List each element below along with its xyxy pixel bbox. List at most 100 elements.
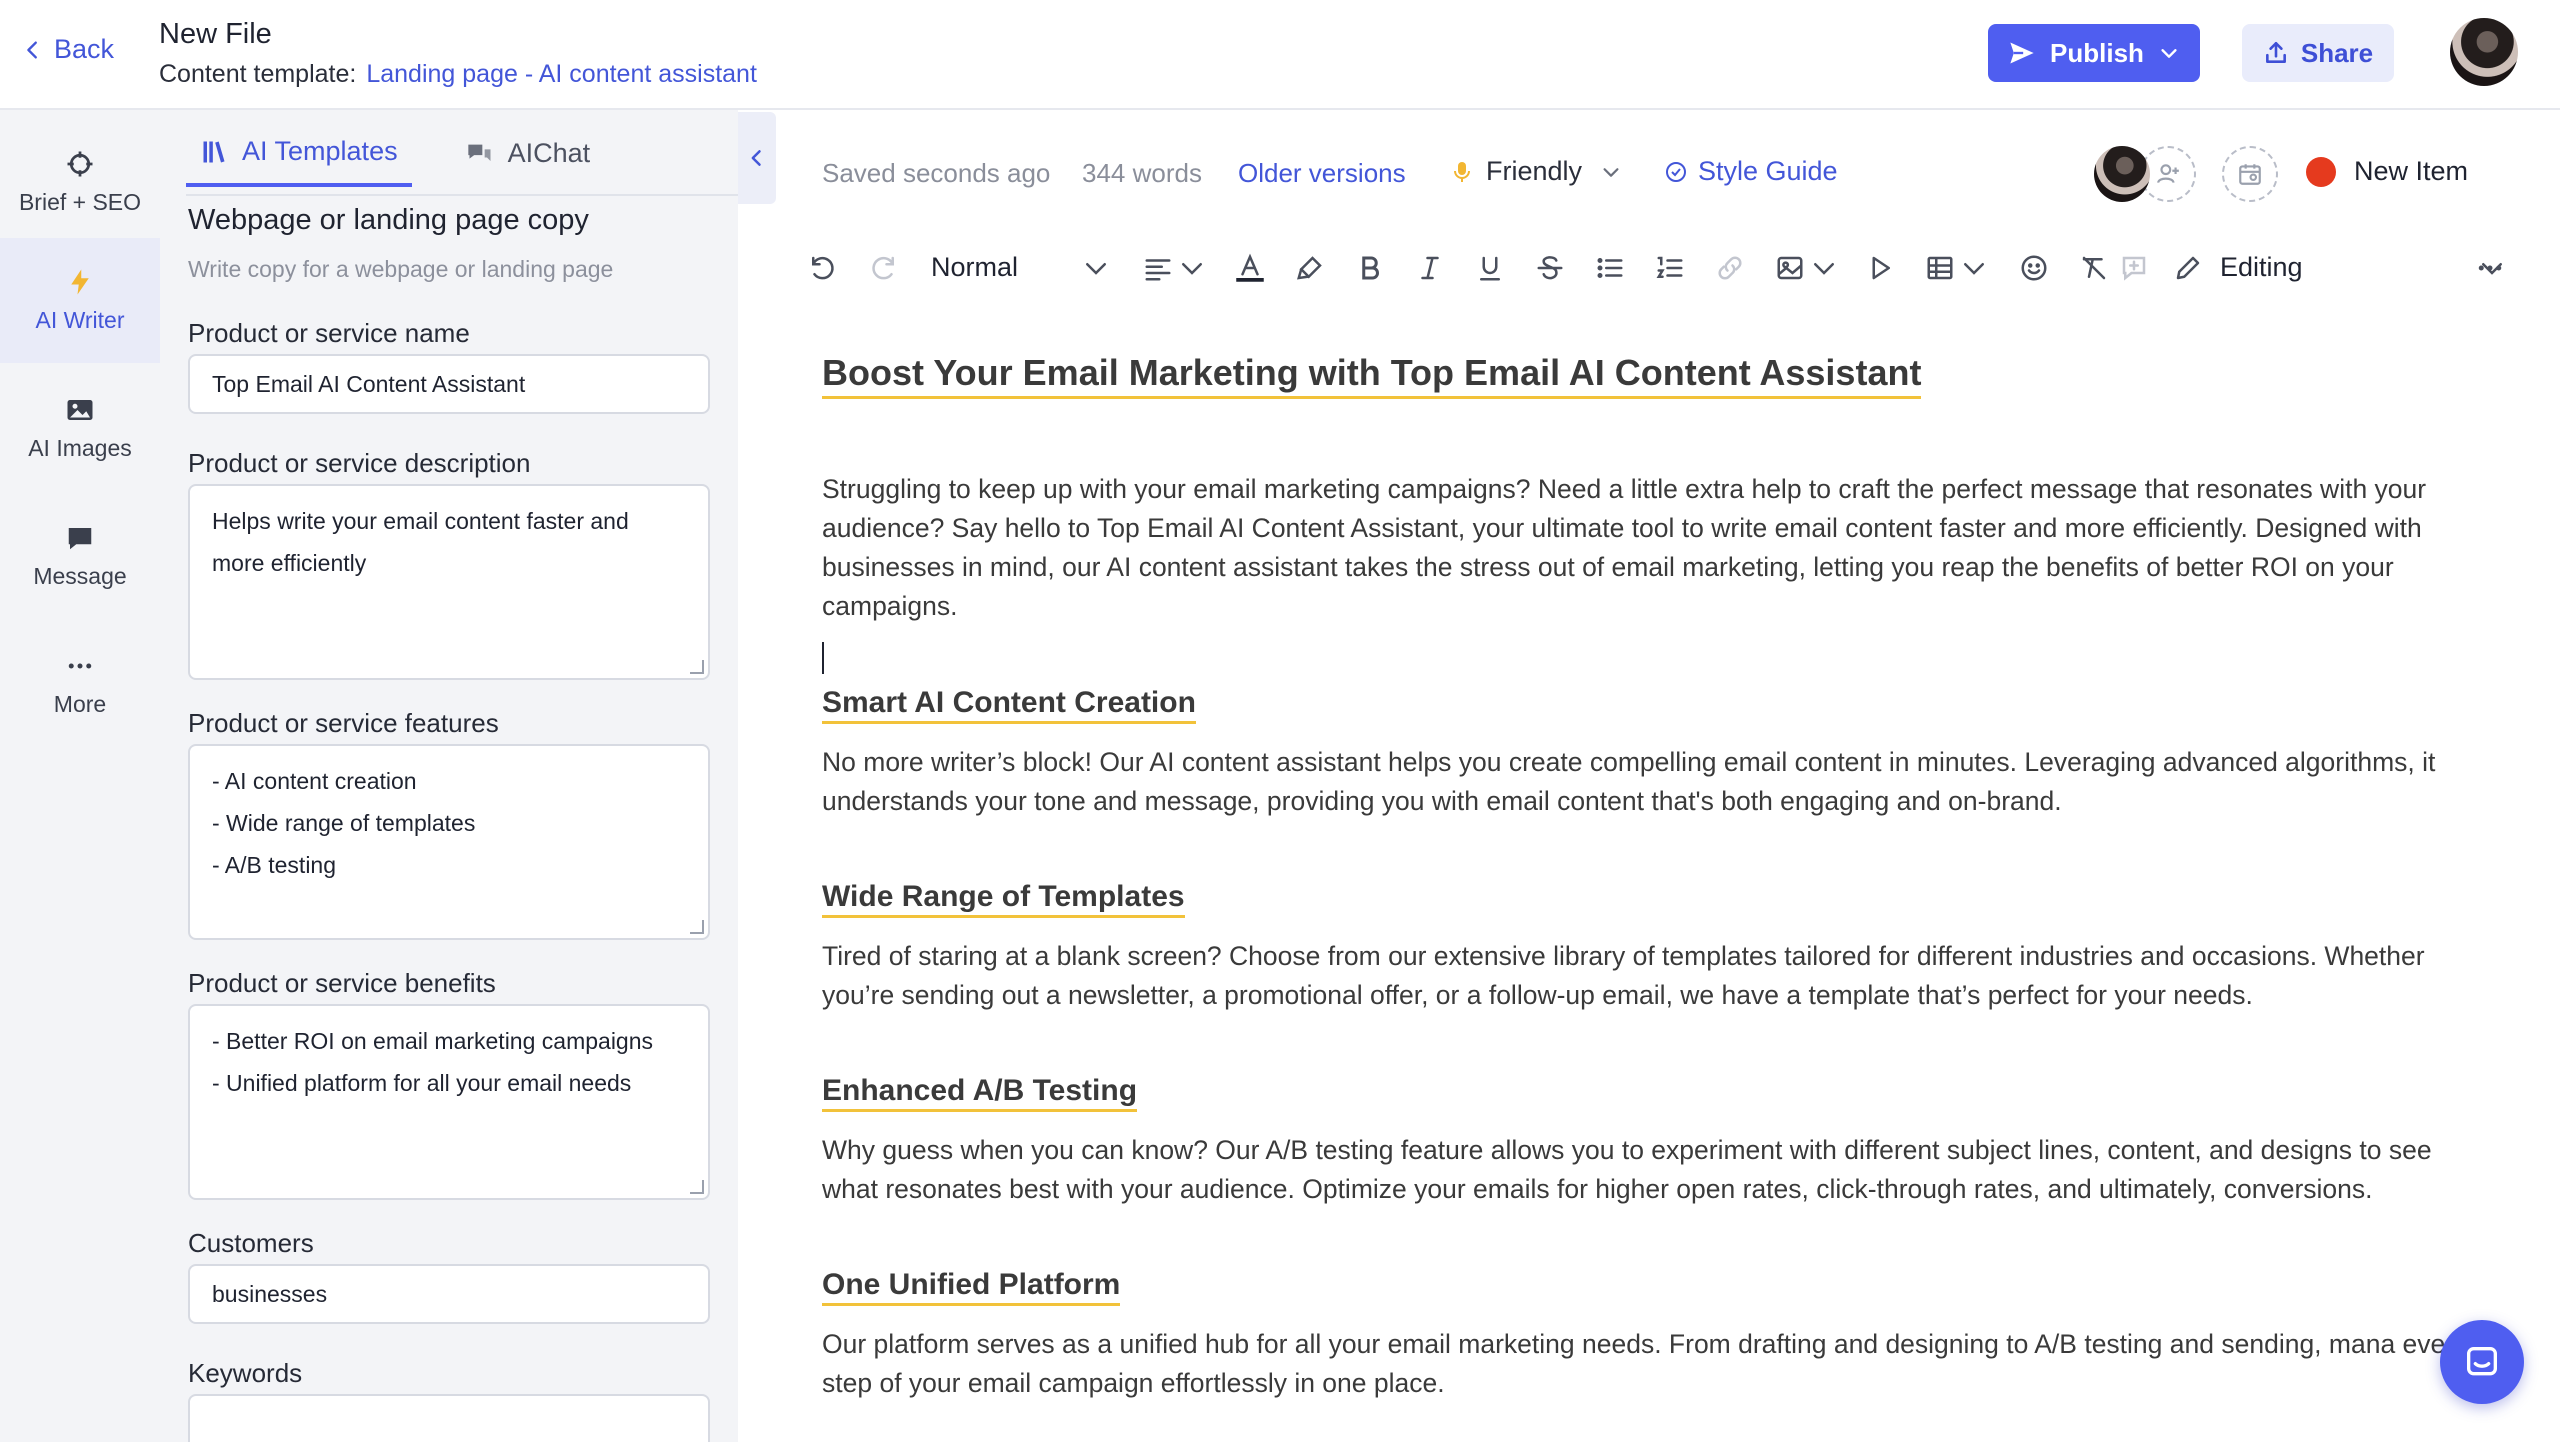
tab-ai-templates[interactable]: AI Templates: [186, 136, 412, 187]
block-style-select[interactable]: Normal: [931, 252, 1018, 283]
calendar-icon: [2239, 164, 2261, 185]
name-label: Product or service name: [188, 318, 470, 348]
insert-video-button[interactable]: [1860, 248, 1900, 288]
underline-button[interactable]: [1470, 248, 1510, 288]
numbered-list-icon: [1656, 256, 1683, 278]
rail-label: AI Images: [28, 435, 132, 461]
more-options-button[interactable]: [2470, 248, 2510, 288]
template-title: Webpage or landing page copy: [188, 204, 589, 236]
lightning-icon: [71, 269, 89, 295]
chevron-left-icon: [751, 150, 761, 166]
section-paragraph[interactable]: Why guess when you can know? Our A/B tes…: [822, 1131, 2492, 1209]
customers-input[interactable]: businesses: [188, 1264, 710, 1324]
product-features-textarea[interactable]: - AI content creation - Wide range of te…: [188, 744, 710, 940]
italic-button[interactable]: [1410, 248, 1450, 288]
section-heading[interactable]: Smart AI Content Creation: [822, 686, 1196, 724]
resize-handle[interactable]: [690, 660, 704, 674]
chat-icon: [2467, 1347, 2497, 1376]
clear-format-button[interactable]: [2074, 248, 2114, 288]
workflow-status[interactable]: New Item: [2306, 156, 2468, 187]
rail-item-more[interactable]: More: [0, 622, 160, 747]
section-heading[interactable]: Enhanced A/B Testing: [822, 1074, 1138, 1112]
chevron-down-icon: [1182, 263, 1202, 275]
numbered-list-button[interactable]: [1650, 248, 1690, 288]
undo-button[interactable]: [802, 248, 842, 288]
chevron-down-icon: [1086, 263, 1106, 275]
rail-item-ai-writer[interactable]: AI Writer: [0, 238, 160, 363]
share-button[interactable]: Share: [2242, 24, 2394, 82]
style-guide-link[interactable]: Style Guide: [1664, 156, 1838, 187]
user-avatar[interactable]: [2450, 18, 2518, 86]
check-circle-icon: [1666, 161, 1686, 182]
keywords-input[interactable]: [188, 1394, 710, 1442]
template-link[interactable]: Landing page - AI content assistant: [366, 60, 757, 88]
strikethrough-button[interactable]: [1530, 248, 1570, 288]
table-dropdown[interactable]: [1954, 248, 1994, 288]
emoji-button[interactable]: [2014, 248, 2054, 288]
back-button[interactable]: Back: [22, 34, 114, 65]
template-subtitle: Write copy for a webpage or landing page: [188, 256, 614, 282]
rail-item-message[interactable]: Message: [0, 494, 160, 619]
rail-item-ai-images[interactable]: AI Images: [0, 366, 160, 491]
textarea-line: - Unified platform for all your email ne…: [212, 1070, 632, 1096]
bold-icon: [1362, 256, 1379, 280]
product-description-textarea[interactable]: Helps write your email content faster an…: [188, 484, 710, 680]
section-heading[interactable]: Wide Range of Templates: [822, 880, 1185, 918]
more-icon: [2478, 265, 2502, 271]
product-benefits-textarea[interactable]: - Better ROI on email marketing campaign…: [188, 1004, 710, 1200]
bold-button[interactable]: [1350, 248, 1390, 288]
pencil-icon: [2176, 256, 2200, 280]
mode-icon-button[interactable]: [2168, 248, 2208, 288]
product-name-input[interactable]: Top Email AI Content Assistant: [188, 354, 710, 414]
chevron-down-icon: [1603, 167, 1619, 177]
bullet-list-button[interactable]: [1590, 248, 1630, 288]
file-title[interactable]: New File: [159, 18, 272, 51]
description-label: Product or service description: [188, 448, 531, 478]
library-icon: [203, 141, 225, 162]
chevron-down-icon: [1814, 263, 1834, 275]
tone-selector[interactable]: Friendly: [1450, 156, 1622, 187]
rail-label: AI Writer: [35, 307, 125, 333]
section-paragraph[interactable]: No more writer’s block! Our AI content a…: [822, 743, 2492, 821]
section-heading[interactable]: One Unified Platform: [822, 1268, 1121, 1306]
resize-handle[interactable]: [690, 920, 704, 934]
align-dropdown[interactable]: [1172, 248, 1212, 288]
chevron-left-icon: [27, 40, 37, 59]
rail-label: More: [53, 691, 107, 717]
mode-select[interactable]: Editing: [2220, 252, 2303, 283]
older-versions-link[interactable]: Older versions: [1238, 158, 1406, 189]
intro-paragraph[interactable]: Struggling to keep up with your email ma…: [822, 470, 2492, 626]
crosshair-icon: [67, 151, 93, 177]
schedule-button[interactable]: [2222, 146, 2278, 202]
text-color-button[interactable]: [1230, 248, 1270, 288]
section-paragraph[interactable]: Tired of staring at a blank screen? Choo…: [822, 937, 2492, 1015]
tab-aichat[interactable]: AIChat: [452, 136, 605, 187]
chevron-down-icon: [2161, 49, 2177, 58]
highlight-button[interactable]: [1290, 248, 1330, 288]
support-chat-button[interactable]: [2440, 1320, 2524, 1404]
publish-button[interactable]: Publish: [1988, 24, 2200, 82]
document-title[interactable]: Boost Your Email Marketing with Top Emai…: [822, 352, 1922, 399]
textarea-line: more efficiently: [212, 550, 367, 576]
tone-label: Friendly: [1486, 156, 1583, 186]
editor-toolbar: Normal Editing: [800, 240, 2502, 296]
resize-handle[interactable]: [690, 1180, 704, 1194]
tab-label: AI Templates: [242, 136, 398, 166]
message-icon: [68, 528, 92, 550]
image-dropdown[interactable]: [1804, 248, 1844, 288]
collaborator-avatar[interactable]: [2094, 146, 2150, 202]
redo-button[interactable]: [864, 248, 904, 288]
input-value: Top Email AI Content Assistant: [212, 370, 526, 397]
publish-label: Publish: [2050, 37, 2144, 68]
rail-item-brief-seo[interactable]: Brief + SEO: [0, 120, 160, 245]
align-left-icon: [1145, 259, 1171, 281]
collapse-panel-button[interactable]: [738, 112, 776, 204]
link-button[interactable]: [1710, 248, 1750, 288]
block-style-dropdown[interactable]: [1076, 248, 1116, 288]
save-status: Saved seconds ago: [822, 158, 1051, 188]
section-paragraph[interactable]: Our platform serves as a unified hub for…: [822, 1325, 2492, 1403]
back-label: Back: [54, 34, 115, 64]
share-label: Share: [2300, 37, 2374, 68]
text-cursor: [822, 642, 824, 674]
add-comment-button[interactable]: [2114, 248, 2154, 288]
